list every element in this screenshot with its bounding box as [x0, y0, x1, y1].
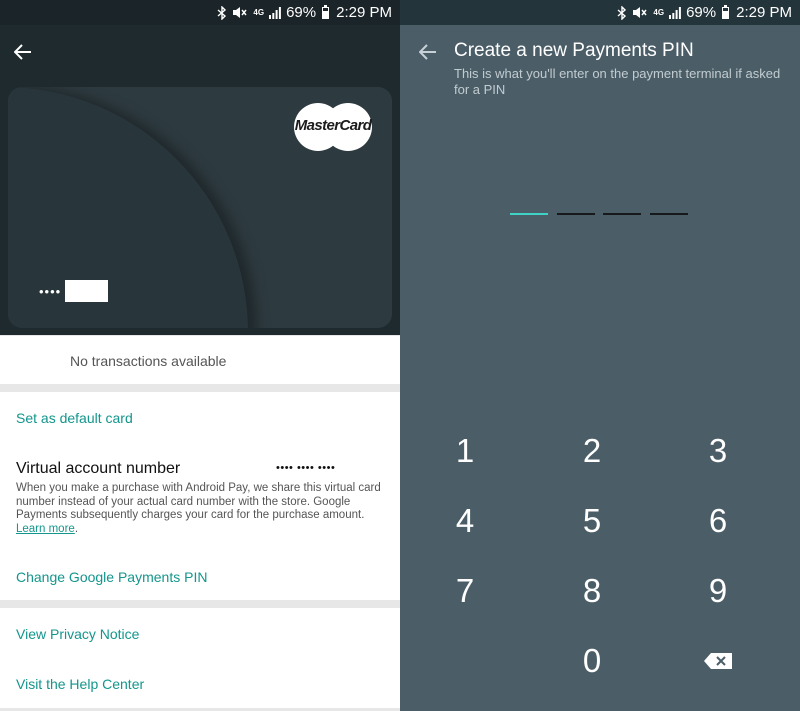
- help-section: View Privacy Notice Visit the Help Cente…: [0, 608, 400, 708]
- create-pin-pane: 4G 69% 2:29 PM Create a new Payments PIN…: [400, 0, 800, 711]
- battery-icon: [722, 4, 730, 19]
- payment-card: MasterCard ••••: [8, 87, 392, 328]
- battery-percent: 69%: [686, 4, 717, 21]
- key-0[interactable]: 0: [542, 631, 642, 691]
- clock: 2:29 PM: [736, 4, 792, 21]
- key-5[interactable]: 5: [542, 491, 642, 551]
- back-button[interactable]: [410, 34, 446, 70]
- virtual-account-number-title: Virtual account number: [16, 460, 181, 477]
- arrow-left-icon: [14, 44, 31, 60]
- transactions-section: No transactions available: [0, 336, 400, 384]
- page-title: Create a new Payments PIN: [454, 40, 694, 61]
- pin-digit-slot: [603, 213, 641, 215]
- backspace-key[interactable]: [668, 631, 768, 691]
- mastercard-logo: MasterCard: [294, 103, 372, 151]
- key-3[interactable]: 3: [668, 421, 768, 481]
- card-brand: MasterCard: [294, 117, 372, 134]
- card-number-masked: ••••: [39, 284, 62, 299]
- network-type: 4G: [653, 7, 665, 17]
- card-header: MasterCard ••••: [0, 25, 400, 335]
- pin-digit-slot: [650, 213, 688, 215]
- key-7[interactable]: 7: [415, 561, 515, 621]
- virtual-account-number-masked: •••• •••• ••••: [276, 462, 336, 474]
- pin-digit-slot: [557, 213, 595, 215]
- card-details-pane: 4G 69% 2:29 PM MasterCard •••• No transa…: [0, 0, 400, 711]
- bluetooth-icon: [217, 5, 227, 20]
- card-options-section: Set as default card Virtual account numb…: [0, 392, 400, 600]
- battery-icon: [322, 4, 330, 19]
- virtual-account-number-description: When you make a purchase with Android Pa…: [16, 482, 381, 535]
- vibrate-mute-icon: [632, 6, 648, 19]
- screen: 4G 69% 2:29 PM MasterCard •••• No transa…: [0, 0, 800, 711]
- privacy-notice-link[interactable]: View Privacy Notice: [16, 626, 139, 642]
- no-transactions-text: No transactions available: [70, 353, 227, 369]
- help-center-link[interactable]: Visit the Help Center: [16, 676, 144, 692]
- key-6[interactable]: 6: [668, 491, 768, 551]
- card-number-redaction: [65, 280, 108, 302]
- change-pin-link[interactable]: Change Google Payments PIN: [16, 569, 207, 585]
- vibrate-mute-icon: [232, 6, 248, 19]
- key-9[interactable]: 9: [668, 561, 768, 621]
- bluetooth-icon: [617, 5, 627, 20]
- key-1[interactable]: 1: [415, 421, 515, 481]
- learn-more-link[interactable]: Learn more: [16, 523, 75, 535]
- battery-percent: 69%: [286, 4, 317, 21]
- status-icons: 4G 69% 2:29 PM: [617, 0, 792, 25]
- page-subtitle: This is what you'll enter on the payment…: [454, 66, 781, 97]
- signal-icon: [669, 6, 681, 19]
- arrow-left-icon: [419, 44, 436, 60]
- key-2[interactable]: 2: [542, 421, 642, 481]
- backspace-icon: [704, 653, 732, 669]
- set-default-card-link[interactable]: Set as default card: [16, 410, 133, 426]
- clock: 2:29 PM: [336, 4, 392, 21]
- network-type: 4G: [253, 7, 265, 17]
- status-bar: 4G 69% 2:29 PM: [0, 0, 400, 25]
- signal-icon: [269, 6, 281, 19]
- key-8[interactable]: 8: [542, 561, 642, 621]
- status-bar: 4G 69% 2:29 PM: [400, 0, 800, 25]
- status-icons: 4G 69% 2:29 PM: [217, 0, 392, 25]
- back-button[interactable]: [5, 34, 41, 70]
- pin-digit-slot: [510, 213, 548, 215]
- key-4[interactable]: 4: [415, 491, 515, 551]
